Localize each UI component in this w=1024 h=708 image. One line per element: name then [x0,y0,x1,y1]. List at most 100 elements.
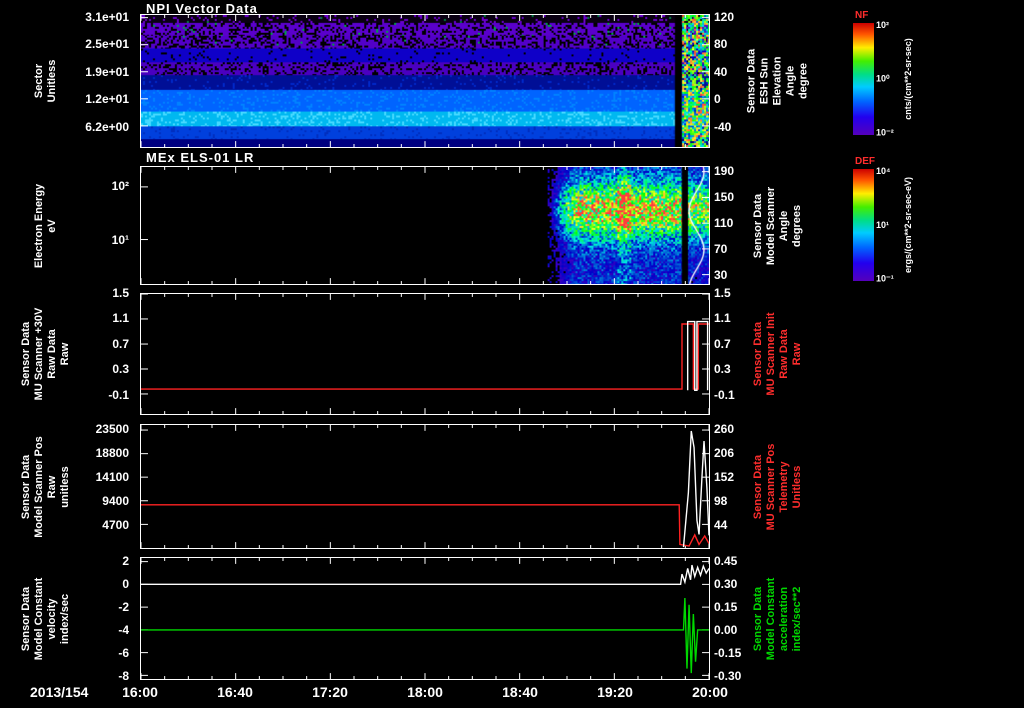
axis-label-line: Model Constant [765,577,777,660]
colorbar-gradient [853,23,874,135]
right-tick-label: -0.30 [714,669,742,684]
right-tick-label: 0.15 [714,599,738,614]
axis-label-line: MU Scanner Init [765,312,777,396]
left-tick-label: 1.1 [112,311,129,326]
scanner-pos-plot [140,424,710,549]
panel-model-constant: Sensor Data Model Constant velocity index/s… [0,553,1024,684]
left-tick-label: 10² [111,179,129,194]
right-tick-label: 152 [714,470,735,484]
model-constant-plot [140,557,710,680]
series-model-constant-velocity [141,564,709,586]
axis-label-line: Angle [778,210,790,241]
axis-label-line: Unitless [791,465,803,508]
y-axis-ticks: 23500 18800 14100 9400 4700 [0,422,134,549]
colorbar-ticks: 10⁴ 10¹ 10⁻¹ [876,166,902,284]
left-tick-label: 0 [122,576,129,591]
series-model-constant-acceleration [141,598,709,674]
right-tick-label: 110 [714,216,734,231]
right-tick-label: 1.1 [714,311,731,326]
axis-label-line: ESH Sun [758,57,771,105]
plot-overlay-svg [141,294,709,414]
axis-label-line: degrees [791,204,803,247]
colorbar-unit: ergs/(cm**2-sr-sec-eV) [903,176,913,274]
colorbar-tick-label: 10⁻¹ [876,273,894,284]
right-tick-label: 0.7 [714,336,731,351]
plot-overlay-svg [141,425,709,548]
series-mu-scanner-pos-telemetry [682,430,709,548]
colorbar-tick-label: 10² [876,20,890,31]
axis-label-line: index/sec**2 [791,586,803,651]
axis-label-line: Raw Data [778,329,790,379]
left-tick-label: 0.3 [112,362,129,377]
time-tick-label: 18:40 [502,684,538,700]
plot-overlay-svg [141,558,709,679]
left-tick-label: -0.1 [108,387,129,402]
colorbar-def: DEF 10⁴ 10¹ 10⁻¹ ergs/(cm**2-sr-sec-eV) [853,156,928,288]
left-tick-label: 2 [122,553,129,568]
mu-scanner-30v-plot [140,293,710,415]
left-tick-label: 0.7 [112,336,129,351]
colorbar-title: DEF [855,156,875,167]
right-tick-label: -40 [714,119,732,134]
left-tick-label: 3.1e+01 [85,9,129,24]
plot-overlay-svg [141,167,709,284]
right-tick-label: 150 [714,189,735,204]
left-tick-label: 1.5 [112,286,129,300]
right-tick-label: 260 [714,422,735,437]
els-spectrogram [140,166,710,285]
panel-title-els: MEx ELS-01 LR [146,150,255,165]
colorbar-tick-label: 10¹ [876,220,890,230]
series-mu-scanner-30v-raw [141,323,709,390]
colorbar-nf: NF 10² 10⁰ 10⁻² cnts/(cm**2-sr-sec) [853,10,928,142]
left-tick-label: -8 [118,669,129,684]
left-tick-label: 18800 [95,446,129,461]
left-tick-label: -4 [118,623,129,638]
axis-label-line: Model Scanner [765,186,777,265]
axis-label-line: Sensor Data [752,321,764,387]
axis-label-line: MU Scanner Pos [765,443,777,530]
colorbar-tick-label: 10⁴ [876,166,891,177]
npi-spectrogram [140,14,710,148]
date-label: 2013/154 [30,684,89,700]
time-tick-label: 16:00 [122,684,158,700]
axis-label-line: Sensor Data [752,193,764,258]
time-tick-label: 16:40 [217,684,253,700]
y-axis-ticks: 1.5 1.1 0.7 0.3 -0.1 [0,286,134,415]
left-tick-label: 10¹ [111,232,129,247]
colorbar-tick-label: 10⁻² [876,127,894,138]
axis-label-line: Sensor Data [752,454,764,519]
right-tick-label: 0.00 [714,623,738,638]
panel-model-scanner-pos: Sensor Data Model Scanner Pos Raw unitless … [0,422,1024,549]
left-tick-label: 1.2e+01 [85,92,129,107]
right-tick-label: 40 [714,64,728,79]
right-tick-label: 0.3 [714,362,731,377]
y-axis-ticks: 10² 10¹ [0,166,134,285]
axis-label-line: Raw [791,342,803,366]
y-axis-ticks: 2 0 -2 -4 -6 -8 [0,553,134,684]
right-tick-label: 0 [714,92,721,107]
left-tick-label: 14100 [95,470,129,484]
y-axis-ticks: 3.1e+01 2.5e+01 1.9e+01 1.2e+01 6.2e+00 [0,10,134,148]
right-tick-label: 0.30 [714,576,738,591]
colorbar-ticks: 10² 10⁰ 10⁻² [876,20,902,138]
series-model-scanner-pos-raw [141,504,709,547]
left-tick-label: 9400 [102,494,129,508]
right-tick-label: -0.15 [714,646,742,661]
left-tick-label: -2 [118,599,129,614]
right-tick-label: 44 [714,518,728,532]
left-tick-label: 2.5e+01 [85,37,129,52]
left-tick-label: 4700 [102,518,129,532]
colorbar-tick-label: 10⁰ [876,73,890,84]
panel-mu-scanner-30v: Sensor Data MU Scanner +30V Raw Data Raw 1.… [0,286,1024,415]
right-tick-label: 80 [714,37,728,52]
axis-label-line: acceleration [778,586,790,651]
right-tick-label: 1.5 [714,286,731,300]
spacecraft-telemetry-plot: NPI Vector Data MEx ELS-01 LR Sector Unit… [0,0,1024,708]
plot-overlay-svg [141,15,709,147]
time-tick-label: 18:00 [407,684,443,700]
time-tick-label: 17:20 [312,684,348,700]
right-tick-label: 70 [714,242,728,257]
right-tick-label: 206 [714,446,735,461]
axis-label-line: Telemetry [778,460,790,513]
right-tick-label: 120 [714,9,735,24]
